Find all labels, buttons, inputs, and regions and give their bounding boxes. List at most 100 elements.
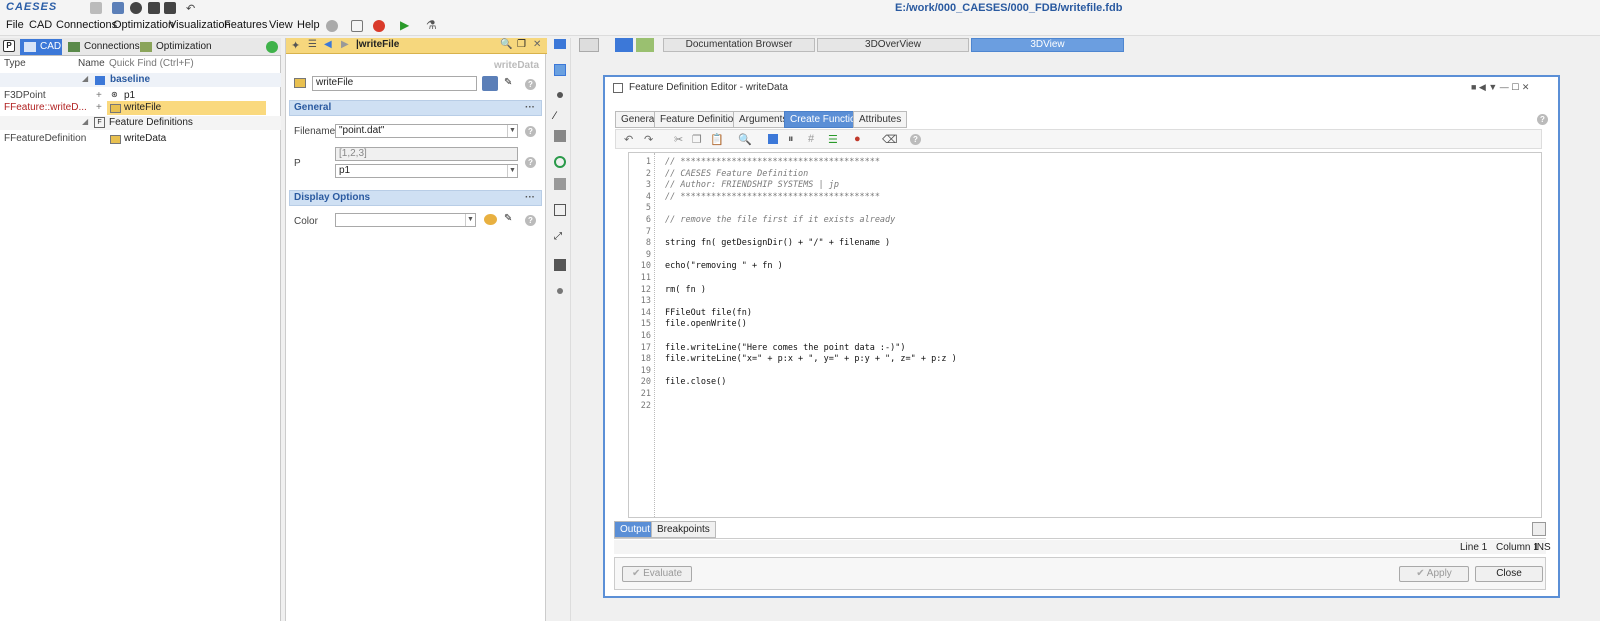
general-section-header[interactable]: General ··· <box>289 100 542 116</box>
code-line[interactable]: rm( fn ) <box>665 285 706 295</box>
help-icon[interactable]: ? <box>525 79 536 90</box>
help-icon[interactable]: ? <box>525 126 536 137</box>
color-field[interactable]: ▼ <box>335 213 476 227</box>
search-icon[interactable]: 🔍 <box>500 39 512 50</box>
window-controls[interactable]: ■ ◀ ▼ — ☐ ✕ <box>1471 82 1529 93</box>
dropdown-arrow-icon[interactable]: ▼ <box>465 214 475 226</box>
copy-icon[interactable]: ❐ <box>692 133 702 146</box>
edit-icon[interactable]: ✎ <box>504 213 512 224</box>
clear-icon[interactable]: ⌫ <box>882 133 898 146</box>
tab-attributes[interactable]: Attributes <box>853 111 908 128</box>
pin-icon[interactable]: P <box>3 40 15 52</box>
menu-connections[interactable]: Connections <box>56 19 117 31</box>
clear-output-icon[interactable] <box>1532 522 1546 536</box>
code-line[interactable]: // remove the file first if it exists al… <box>665 215 895 225</box>
dropdown-arrow-icon[interactable]: ▼ <box>507 165 517 177</box>
detach-icon[interactable]: ❐ <box>517 39 526 50</box>
camera-icon[interactable] <box>482 76 498 91</box>
surface-icon[interactable] <box>554 130 566 142</box>
cad-icon[interactable] <box>554 39 566 49</box>
code-editor[interactable]: 1 2 3 4 5 6 7 8 9 10 11 12 13 14 15 16 17 18 19 20 21 22 // *… <box>628 152 1542 518</box>
menu-cad[interactable]: CAD <box>29 19 52 31</box>
run-script-icon[interactable] <box>768 134 778 144</box>
code-line[interactable]: file.close() <box>665 377 726 387</box>
find-icon[interactable]: 🔍 <box>738 133 752 146</box>
code-line[interactable]: // Author: FRIENDSHIP SYSTEMS | jp <box>665 180 839 190</box>
forward-icon[interactable]: ▶ <box>341 39 349 50</box>
menu-optimization[interactable]: Optimization <box>113 19 174 31</box>
save-as-icon[interactable] <box>164 2 176 14</box>
code-line[interactable]: file.writeLine("x=" + p:x + ", y=" + p:y… <box>665 354 957 364</box>
expand-icon[interactable]: ◢ <box>82 74 88 83</box>
open-file-icon[interactable] <box>112 2 124 14</box>
apply-button[interactable]: ✔ Apply <box>1399 566 1469 582</box>
more-icon[interactable]: ··· <box>525 191 535 205</box>
filename-field[interactable]: "point.dat" ▼ <box>335 124 518 138</box>
redo-icon[interactable]: ↷ <box>644 133 653 146</box>
code-line[interactable]: FFileOut file(fn) <box>665 308 752 318</box>
select-icon[interactable] <box>554 64 566 76</box>
tab-breakpoints[interactable]: Breakpoints <box>651 521 716 538</box>
help-icon[interactable]: ? <box>910 134 921 145</box>
copy-icon[interactable] <box>351 20 363 32</box>
code-line[interactable]: // *************************************… <box>665 157 880 167</box>
export-icon[interactable] <box>554 259 566 271</box>
undo-icon[interactable]: ↶ <box>186 2 198 15</box>
help-icon[interactable] <box>326 20 338 32</box>
tab-3dview[interactable]: 3DView <box>971 38 1124 52</box>
help-icon[interactable]: ? <box>525 215 536 226</box>
tab-3doverview[interactable]: 3DOverView <box>817 38 969 52</box>
pin-icon[interactable]: ✦ <box>291 39 300 52</box>
palette-icon[interactable] <box>484 214 497 225</box>
p-field[interactable]: p1 ▼ <box>335 164 518 178</box>
menu-file[interactable]: File <box>6 19 24 31</box>
dropdown-arrow-icon[interactable]: ▼ <box>507 125 517 137</box>
code-line[interactable]: // CAESES Feature Definition <box>665 169 808 179</box>
display-options-header[interactable]: Display Options ··· <box>289 190 542 206</box>
measure-icon[interactable]: ⤢ <box>554 231 562 242</box>
help-icon[interactable]: ? <box>525 157 536 168</box>
menu-features[interactable]: Features <box>224 19 267 31</box>
menu-help[interactable]: Help <box>297 19 320 31</box>
menu-view[interactable]: View <box>269 19 293 31</box>
solid-icon[interactable] <box>554 178 566 190</box>
code-line[interactable]: echo("removing " + fn ) <box>665 261 783 271</box>
menu-icon[interactable]: ☰ <box>308 39 317 50</box>
tab-optimization[interactable]: Optimization <box>136 39 212 55</box>
new-file-icon[interactable] <box>90 2 102 14</box>
cad-view-icon[interactable] <box>615 38 633 52</box>
tree-item-writedata[interactable]: FFeatureDefinition writeData <box>0 132 281 146</box>
curve-icon[interactable] <box>554 156 566 168</box>
tree-item-feature-definitions[interactable]: ◢ F Feature Definitions <box>0 116 281 130</box>
run-view-icon[interactable] <box>636 38 654 52</box>
paste-icon[interactable]: 📋 <box>710 133 724 146</box>
comment-icon[interactable]: # <box>808 133 814 145</box>
stop-icon[interactable] <box>373 20 385 32</box>
image-icon[interactable] <box>554 204 566 216</box>
name-field[interactable]: writeFile <box>312 76 477 91</box>
code-line[interactable]: file.openWrite() <box>665 319 747 329</box>
code-line[interactable]: file.writeLine("Here comes the point dat… <box>665 343 906 353</box>
menu-visualization[interactable]: Visualization <box>169 19 231 31</box>
point-icon[interactable] <box>557 92 563 98</box>
edit-icon[interactable]: ✎ <box>504 77 512 88</box>
breakpoint-icon[interactable]: ● <box>854 133 861 145</box>
tab-connections[interactable]: Connections <box>64 39 140 55</box>
more-icon[interactable]: ··· <box>525 101 535 115</box>
tab-documentation-browser[interactable]: Documentation Browser <box>663 38 815 52</box>
code-line[interactable]: string fn( getDesignDir() + "/" + filena… <box>665 238 890 248</box>
close-button[interactable]: Close <box>1475 566 1543 582</box>
undo-icon[interactable]: ↶ <box>624 133 633 146</box>
code-line[interactable]: // *************************************… <box>665 192 880 202</box>
close-icon[interactable]: ✕ <box>533 39 541 50</box>
save-icon[interactable] <box>148 2 160 14</box>
tree-item-writefile[interactable]: FFeature::writeD... + writeFile <box>0 101 281 115</box>
flask-icon[interactable]: ⚗ <box>426 19 438 31</box>
tab-output[interactable]: Output <box>614 521 657 538</box>
help-icon[interactable]: ? <box>1537 114 1548 125</box>
pause-icon[interactable]: ⏸ <box>788 133 794 146</box>
tree-item-baseline[interactable]: ◢ baseline <box>0 73 281 87</box>
quick-find-input[interactable]: Quick Find (Ctrl+F) <box>109 58 194 69</box>
indent-icon[interactable]: ☰ <box>828 133 838 146</box>
line-icon[interactable]: ∕ <box>554 110 556 122</box>
